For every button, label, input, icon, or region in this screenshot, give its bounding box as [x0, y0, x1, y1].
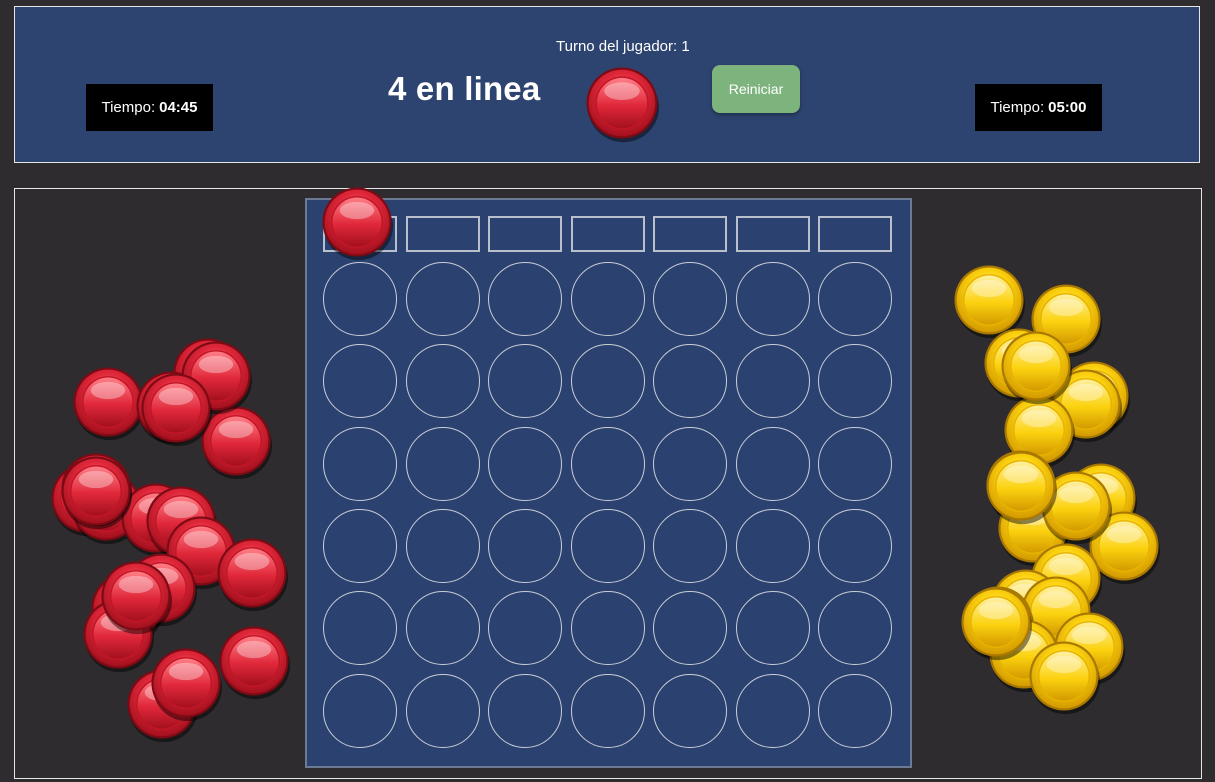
game-title: 4 en linea: [388, 70, 541, 107]
board-cell[interactable]: [735, 426, 810, 501]
drop-slot-col-5[interactable]: [653, 216, 727, 252]
yellow-chip[interactable]: [985, 450, 1057, 525]
board-cell[interactable]: [405, 262, 480, 336]
board-cell[interactable]: [488, 426, 562, 501]
board-cell[interactable]: [323, 262, 397, 336]
game-board: [305, 198, 912, 768]
player1-timer: Tiempo: 04:45: [86, 84, 213, 131]
board-cell[interactable]: [405, 426, 480, 501]
yellow-chip[interactable]: [953, 264, 1025, 339]
hover-drop-chip[interactable]: [321, 186, 393, 261]
board-cell[interactable]: [405, 344, 480, 419]
board-cell[interactable]: [488, 591, 562, 666]
red-chip[interactable]: [140, 372, 212, 447]
board-cell[interactable]: [488, 262, 562, 336]
board-cell[interactable]: [653, 508, 727, 583]
board-cell[interactable]: [488, 344, 562, 419]
board-cell[interactable]: [653, 344, 727, 419]
board-cell[interactable]: [570, 591, 645, 666]
board-cell[interactable]: [818, 426, 892, 501]
red-chip[interactable]: [72, 366, 144, 441]
reset-button[interactable]: Reiniciar: [712, 65, 800, 113]
board-cell[interactable]: [405, 673, 480, 748]
timer-label: Tiempo:: [101, 99, 156, 116]
board-cell[interactable]: [570, 673, 645, 748]
board-cell[interactable]: [653, 262, 727, 336]
red-chip[interactable]: [150, 647, 222, 722]
board-cell[interactable]: [570, 344, 645, 419]
red-chip[interactable]: [216, 537, 288, 612]
board-cell[interactable]: [653, 673, 727, 748]
board-cell[interactable]: [818, 508, 892, 583]
board-cell[interactable]: [405, 508, 480, 583]
board-cell[interactable]: [323, 673, 397, 748]
board-cell[interactable]: [818, 344, 892, 419]
player2-timer: Tiempo: 05:00: [975, 84, 1102, 131]
board-cell[interactable]: [818, 591, 892, 666]
board-cell[interactable]: [735, 508, 810, 583]
board-cell[interactable]: [818, 262, 892, 336]
drop-slot-col-4[interactable]: [570, 216, 645, 252]
board-cell[interactable]: [735, 344, 810, 419]
timer-label: Tiempo:: [990, 99, 1045, 116]
red-chip[interactable]: [100, 560, 172, 635]
board-cell[interactable]: [488, 673, 562, 748]
board-cell[interactable]: [653, 591, 727, 666]
drop-slot-col-6[interactable]: [735, 216, 810, 252]
yellow-chip[interactable]: [1000, 330, 1072, 405]
timer-value: 05:00: [1048, 99, 1087, 116]
board-cell[interactable]: [323, 591, 397, 666]
board-cell[interactable]: [818, 673, 892, 748]
board-cell[interactable]: [570, 262, 645, 336]
board-cell[interactable]: [653, 426, 727, 501]
current-player-chip-icon: [585, 66, 659, 143]
drop-slot-col-7[interactable]: [818, 216, 892, 252]
yellow-chip[interactable]: [960, 586, 1032, 661]
board-cell[interactable]: [570, 508, 645, 583]
drop-slot-col-2[interactable]: [405, 216, 480, 252]
board-cell[interactable]: [323, 426, 397, 501]
board-cell[interactable]: [323, 508, 397, 583]
board-cell[interactable]: [323, 344, 397, 419]
board-cell[interactable]: [570, 426, 645, 501]
board-cell[interactable]: [735, 591, 810, 666]
timer-value: 04:45: [159, 99, 198, 116]
yellow-chip[interactable]: [1028, 640, 1100, 715]
red-chip[interactable]: [218, 625, 290, 700]
board-cell[interactable]: [405, 591, 480, 666]
board-cell[interactable]: [488, 508, 562, 583]
turn-indicator-label: Turno del jugador: 1: [556, 38, 690, 55]
drop-slot-col-3[interactable]: [488, 216, 562, 252]
red-chip[interactable]: [60, 455, 132, 530]
board-cell[interactable]: [735, 262, 810, 336]
board-cell[interactable]: [735, 673, 810, 748]
